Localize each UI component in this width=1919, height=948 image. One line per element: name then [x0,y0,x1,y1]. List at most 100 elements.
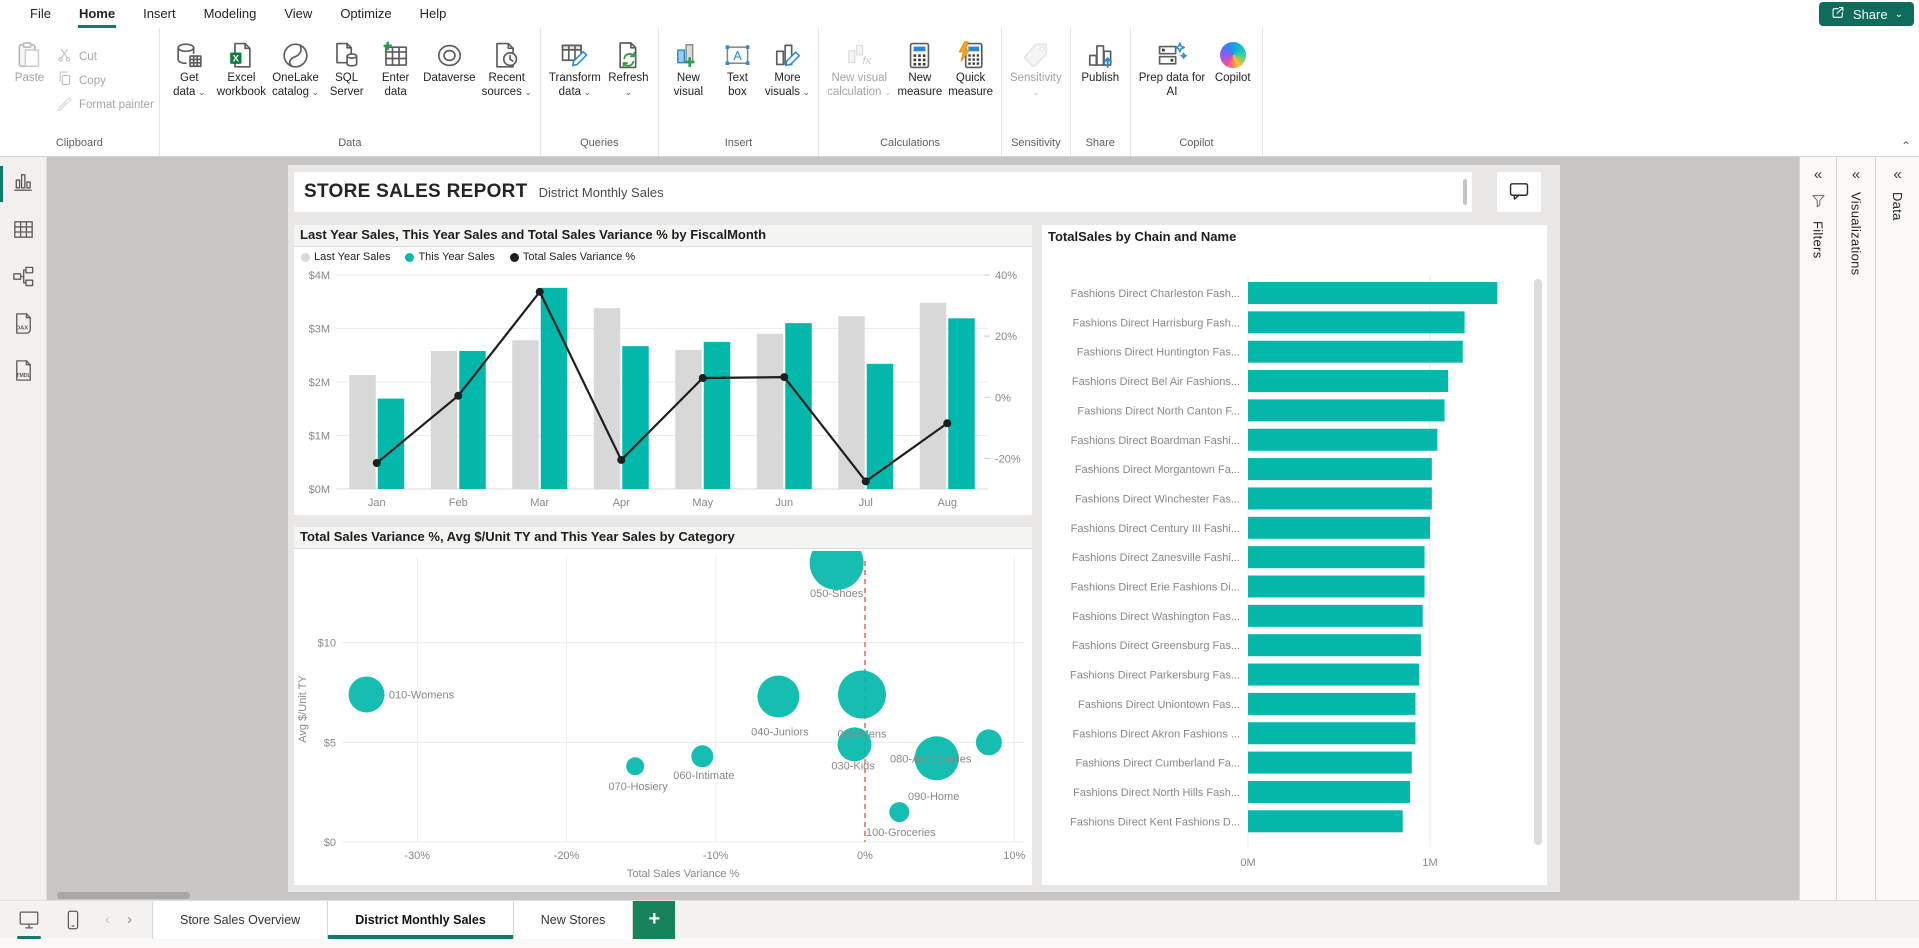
chevron-down-icon: ⌄ [581,87,591,97]
refresh-icon [613,38,644,72]
svg-text:Total Sales Variance %: Total Sales Variance % [627,868,740,880]
comment-button[interactable] [1497,172,1541,212]
page-tab-store-sales-overview[interactable]: Store Sales Overview [152,901,328,939]
svg-text:$10: $10 [318,638,336,650]
svg-text:040-Juniors: 040-Juniors [751,726,809,738]
svg-text:0%: 0% [857,850,873,862]
refresh-button[interactable]: Refresh ⌄ [604,36,653,99]
excel-workbook-button[interactable]: XExcelworkbook [214,36,269,99]
ribbon-collapse-icon[interactable]: ⌃ [1901,139,1911,153]
desktop-layout-button[interactable] [14,907,44,933]
page-tab-new-stores[interactable]: New Stores [514,901,634,939]
svg-text:Fashions Direct Kent Fashions: Fashions Direct Kent Fashions D... [1070,816,1240,828]
svg-text:Fashions Direct Parkersburg Fa: Fashions Direct Parkersburg Fas... [1070,670,1240,682]
new-visual-calculation-icon: fx [844,38,875,72]
table-view-icon [11,217,36,245]
report-view-button[interactable] [8,169,38,199]
menu-item-modeling[interactable]: Modeling [190,0,271,28]
sql-server-button[interactable]: SQLServer [322,36,371,99]
transform-data-button[interactable]: Transformdata ⌄ [546,36,604,99]
copilot-button[interactable]: Copilot [1208,36,1257,86]
title-scrollbar[interactable] [1463,179,1467,205]
publish-button[interactable]: Publish [1076,36,1125,86]
menu-item-insert[interactable]: Insert [129,0,190,28]
scatter-chart-visual[interactable]: Total Sales Variance %, Avg $/Unit TY an… [294,527,1032,885]
svg-text:May: May [692,497,713,509]
svg-text:40%: 40% [995,270,1017,282]
enter-data-button[interactable]: Enterdata [371,36,420,99]
table-view-button[interactable] [8,216,38,246]
svg-text:DAX: DAX [15,325,27,331]
publish-icon [1085,38,1116,72]
dax-query-view-button[interactable]: DAX [8,310,38,340]
svg-text:X: X [232,53,239,64]
recent-sources-button[interactable]: Recentsources ⌄ [479,36,535,99]
prev-page-arrow[interactable]: ‹ [105,911,110,928]
collapsed-panels: «Filters«Visualizations«Data [1799,157,1919,900]
quick-measure-button[interactable]: Quickmeasure [945,36,996,99]
prep-data-for-ai-button[interactable]: Prep data forAI [1136,36,1208,99]
excel-workbook-icon: X [226,38,257,72]
ribbon-group-label: Data [165,133,535,156]
onelake-catalog-button[interactable]: OneLakecatalog ⌄ [269,36,322,99]
get-data-button[interactable]: Getdata ⌄ [165,36,214,99]
share-button[interactable]: Share ⌄ [1819,2,1914,26]
page-tab-district-monthly-sales[interactable]: District Monthly Sales [328,901,514,939]
paste-button: Paste [5,36,54,86]
ribbon-button-label: Publish [1081,72,1119,86]
menu-item-help[interactable]: Help [406,0,461,28]
barh-chart-visual[interactable]: TotalSales by Chain and Name 0M1MFashion… [1042,225,1547,885]
chevron-down-icon: ⌄ [800,87,810,97]
menu-item-view[interactable]: View [270,0,326,28]
expand-panel-icon[interactable]: « [1814,166,1822,183]
svg-text:060-Intimate: 060-Intimate [673,770,734,782]
ribbon-button-label: Copilot [1215,72,1251,86]
ribbon-button-label: Prep data forAI [1139,72,1205,99]
report-title-visual[interactable]: STORE SALES REPORT District Monthly Sale… [294,172,1472,212]
menu-item-home[interactable]: Home [65,0,129,28]
text-box-button[interactable]: ATextbox [713,36,762,99]
share-icon [1830,5,1846,24]
ribbon-group-label: Share [1076,133,1125,156]
clipboard-small-buttons: CutCopyFormat painter [54,36,154,115]
copy-icon [56,70,74,91]
svg-text:Fashions Direct Harrisburg Fas: Fashions Direct Harrisburg Fash... [1073,317,1241,329]
ribbon-group-data: Getdata ⌄XExcelworkbookOneLakecatalog ⌄ S… [160,28,541,156]
model-view-button[interactable] [8,263,38,293]
ribbon-group-label: Queries [546,133,653,156]
more-visuals-button[interactable]: Morevisuals ⌄ [762,36,813,99]
new-visual-button[interactable]: Newvisual [664,36,713,99]
legend-item: This Year Sales [405,251,494,263]
ribbon-group-buttons: fxNew visualcalculation ⌄NewmeasureQuick… [824,28,996,133]
tmdl-view-button[interactable]: TMDL [8,357,38,387]
ribbon-button-label: Quickmeasure [948,72,993,99]
legend-item: Total Sales Variance % [510,251,635,263]
legend-dot [405,253,414,262]
ribbon-group-calculations: fxNew visualcalculation ⌄NewmeasureQuick… [819,28,1002,156]
add-page-button[interactable]: + [633,901,675,939]
ribbon-button-label: Cut [79,51,97,63]
report-page: STORE SALES REPORT District Monthly Sale… [288,165,1560,892]
expand-panel-icon[interactable]: « [1893,166,1901,183]
expand-panel-icon[interactable]: « [1852,166,1860,183]
ribbon-button-label: SQLServer [330,72,364,99]
dataverse-button[interactable]: Dataverse [420,36,478,86]
menu: FileHomeInsertModelingViewOptimizeHelp [16,0,460,28]
ribbon-button-label: Recentsources ⌄ [482,72,532,99]
menu-item-optimize[interactable]: Optimize [326,0,405,28]
svg-text:Fashions Direct Cumberland Fa.: Fashions Direct Cumberland Fa... [1076,758,1240,770]
mobile-layout-button[interactable] [58,907,88,933]
svg-text:TMDL: TMDL [16,373,31,379]
menu-item-file[interactable]: File [16,0,65,28]
ribbon-button-label: Paste [15,72,44,86]
combo-chart-visual[interactable]: Last Year Sales, This Year Sales and Tot… [294,225,1032,515]
new-measure-button[interactable]: Newmeasure [894,36,945,99]
tmdl-view-icon: TMDL [11,358,36,386]
combo-chart-legend: Last Year SalesThis Year SalesTotal Sale… [294,247,1032,267]
svg-text:$5: $5 [324,737,336,749]
next-page-arrow[interactable]: › [127,911,132,928]
ribbon-group-buttons: Getdata ⌄XExcelworkbookOneLakecatalog ⌄ S… [165,28,535,133]
ribbon-group-buttons: Prep data forAI Copilot [1136,28,1257,133]
ribbon-group-buttons: Sensitivity ⌄ [1007,28,1065,133]
canvas-horizontal-scrollbar[interactable] [57,892,190,899]
